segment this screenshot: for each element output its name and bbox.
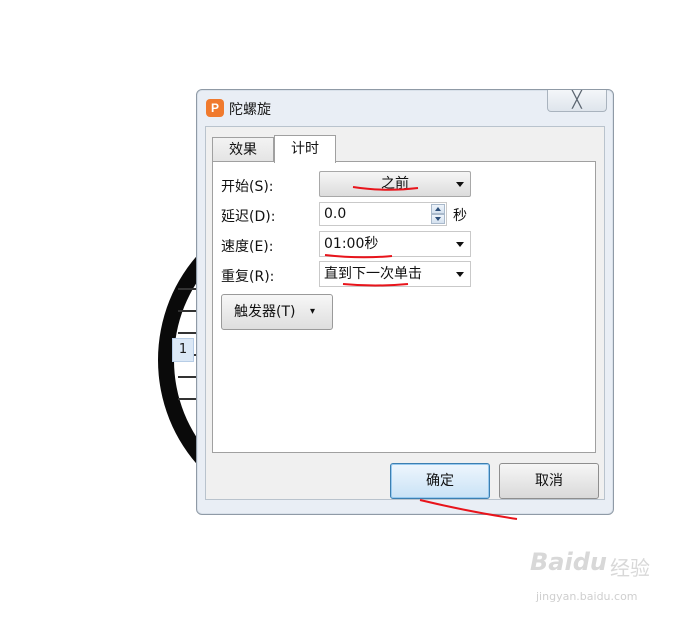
watermark-logo: Baidu xyxy=(530,548,607,576)
start-value: 之前 xyxy=(381,176,409,192)
dialog-client-area: 效果 计时 开始(S): 之前 延迟(D): 0.0 秒 速度(E): 01:0… xyxy=(205,126,605,500)
tab-effect[interactable]: 效果 xyxy=(212,137,274,161)
chevron-down-icon xyxy=(456,272,464,277)
repeat-value: 直到下一次单击 xyxy=(324,266,422,282)
repeat-dropdown[interactable]: 直到下一次单击 xyxy=(319,261,471,287)
dialog-title: 陀螺旋 xyxy=(229,102,271,118)
chevron-down-icon xyxy=(456,242,464,247)
delay-stepper xyxy=(431,204,445,224)
delay-spinner[interactable]: 0.0 xyxy=(319,202,447,226)
trigger-label: 触发器(T) xyxy=(234,304,296,320)
delay-label: 延迟(D): xyxy=(221,209,276,225)
delay-value: 0.0 xyxy=(324,206,347,222)
wps-presentation-icon: P xyxy=(206,99,224,117)
watermark-title: 经验 xyxy=(610,556,650,580)
delay-unit: 秒 xyxy=(453,208,467,224)
speed-value: 01:00秒 xyxy=(324,236,379,252)
timing-panel: 开始(S): 之前 延迟(D): 0.0 秒 速度(E): 01:00秒 重复(… xyxy=(212,161,596,453)
watermark-url: jingyan.baidu.com xyxy=(536,590,638,603)
spin-up-icon[interactable] xyxy=(431,204,445,214)
close-icon: ╳ xyxy=(572,90,582,109)
chevron-down-icon xyxy=(456,182,464,187)
repeat-label: 重复(R): xyxy=(221,269,275,285)
cancel-button[interactable]: 取消 xyxy=(499,463,599,499)
spin-down-icon[interactable] xyxy=(431,214,445,224)
start-dropdown[interactable]: 之前 xyxy=(319,171,471,197)
speed-dropdown[interactable]: 01:00秒 xyxy=(319,231,471,257)
trigger-button[interactable]: 触发器(T) ▾ xyxy=(221,294,333,330)
close-button[interactable]: ╳ xyxy=(547,90,607,112)
spin-animation-dialog: P 陀螺旋 ╳ 效果 计时 开始(S): 之前 延迟(D): 0.0 秒 速度( xyxy=(196,89,614,515)
baidu-watermark: Baidu 经验 jingyan.baidu.com xyxy=(530,548,670,608)
tab-timing[interactable]: 计时 xyxy=(274,135,336,163)
animation-order-badge[interactable]: 1 xyxy=(172,338,194,362)
speed-label: 速度(E): xyxy=(221,239,274,255)
caret-down-icon: ▾ xyxy=(310,306,316,317)
ok-button[interactable]: 确定 xyxy=(390,463,490,499)
start-label: 开始(S): xyxy=(221,179,274,195)
dialog-titlebar: P 陀螺旋 ╳ xyxy=(197,90,613,124)
